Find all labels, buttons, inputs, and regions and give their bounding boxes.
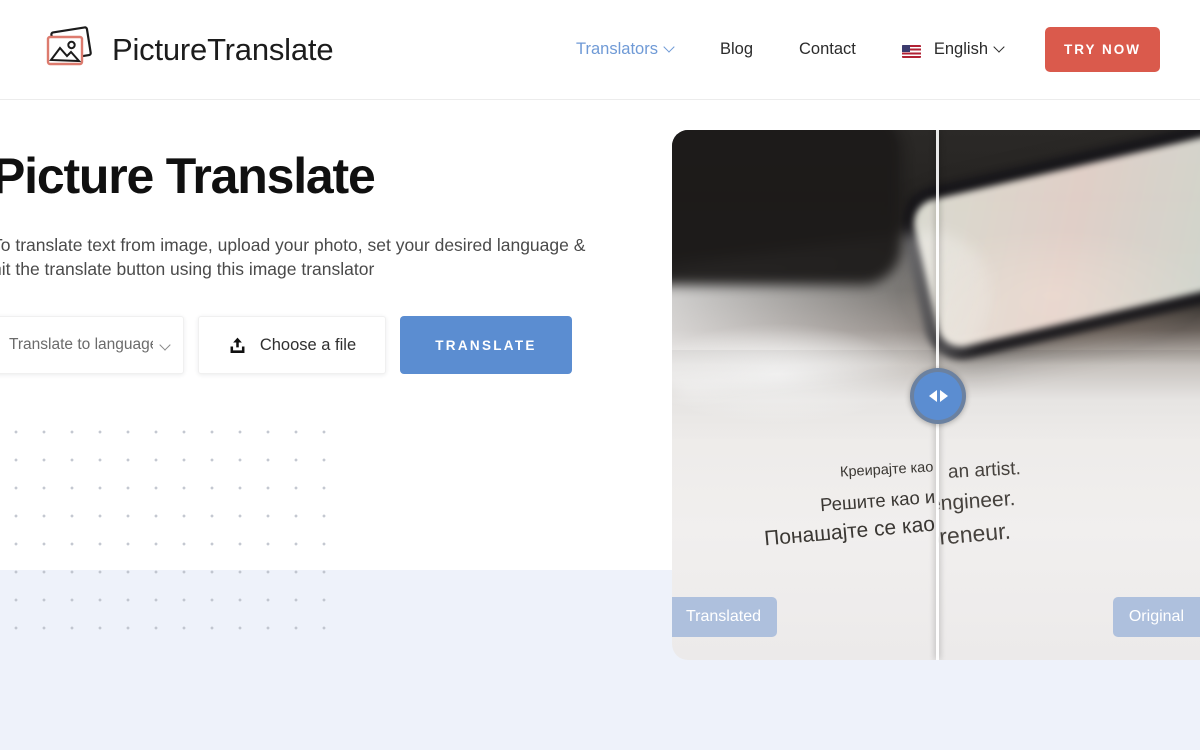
language-select-value: Translate to language xyxy=(9,336,153,354)
site-header: PictureTranslate Translators Blog Contac… xyxy=(0,0,1200,100)
nav-item-translators[interactable]: Translators xyxy=(553,32,697,67)
main-navigation: Translators Blog Contact English TRY NOW xyxy=(553,27,1160,72)
original-line: engineer. xyxy=(938,487,1017,516)
badge-original: Original xyxy=(1112,597,1200,637)
translated-line: Решите као и xyxy=(819,485,936,516)
chevron-down-icon xyxy=(665,43,674,52)
language-switcher[interactable]: English xyxy=(879,32,1027,67)
upload-icon xyxy=(228,336,247,355)
nav-item-label: Contact xyxy=(799,40,856,58)
brand-logo[interactable]: PictureTranslate xyxy=(42,25,334,75)
nav-item-label: Blog xyxy=(719,40,753,58)
nav-item-blog[interactable]: Blog xyxy=(697,32,776,67)
translate-button[interactable]: TRANSLATE xyxy=(400,316,572,375)
us-flag-icon xyxy=(901,45,921,58)
chevron-down-icon xyxy=(159,339,171,351)
language-label: English xyxy=(933,40,988,58)
hero-description: To translate text from image, upload you… xyxy=(0,234,586,280)
translated-text-layer: Креирајте као Решите као и Понашајте се … xyxy=(672,130,938,660)
hero-section: Picture Translate To translate text from… xyxy=(0,148,632,375)
compare-slider-handle[interactable] xyxy=(910,368,966,424)
brand-name: PictureTranslate xyxy=(112,31,334,67)
choose-file-label: Choose a file xyxy=(259,335,357,354)
translated-line: Креирајте као xyxy=(839,459,934,481)
original-side: an artist. engineer. repreneur. xyxy=(938,130,1200,660)
decorative-dot-grid xyxy=(0,415,345,635)
page-title: Picture Translate xyxy=(0,148,376,204)
nav-item-label: Translators xyxy=(576,40,658,58)
translated-line: Понашајте се као xyxy=(763,512,936,551)
badge-translated: Translated xyxy=(672,597,777,637)
original-line: an artist. xyxy=(947,458,1022,483)
arrow-left-icon xyxy=(928,390,937,402)
original-line: repreneur. xyxy=(938,517,1012,553)
image-compare-slider[interactable]: Креирајте као Решите као и Понашајте се … xyxy=(672,130,1200,660)
choose-file-button[interactable]: Choose a file xyxy=(198,316,386,375)
picture-frames-icon xyxy=(42,25,98,75)
chevron-down-icon xyxy=(995,43,1004,52)
language-select[interactable]: Translate to language xyxy=(0,316,184,375)
original-text-layer: an artist. engineer. repreneur. xyxy=(938,130,1200,660)
translate-form: Translate to language Choose a file TRAN… xyxy=(0,316,632,375)
arrow-right-icon xyxy=(939,390,948,402)
nav-item-contact[interactable]: Contact xyxy=(776,32,879,67)
translated-side: Креирајте као Решите као и Понашајте се … xyxy=(672,130,938,660)
landing-page: PictureTranslate Translators Blog Contac… xyxy=(0,0,1200,750)
try-now-button[interactable]: TRY NOW xyxy=(1045,27,1160,72)
